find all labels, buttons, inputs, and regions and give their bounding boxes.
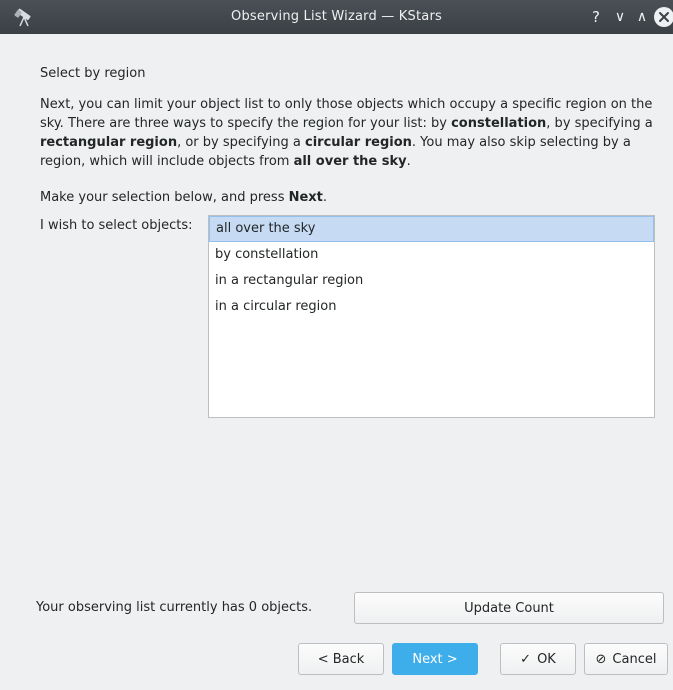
region-option-list[interactable]: all over the sky by constellation in a r… (208, 215, 655, 418)
help-button[interactable]: ? (586, 7, 606, 27)
instruction-part: . (322, 190, 328, 205)
option-by-constellation[interactable]: by constellation (209, 242, 654, 268)
ok-button[interactable]: ✓ OK (500, 643, 576, 675)
option-rectangular-region[interactable]: in a rectangular region (209, 268, 654, 294)
ok-label: OK (537, 651, 556, 667)
window-titlebar[interactable]: Observing List Wizard — KStars ? ∨ ∧ (0, 0, 673, 34)
description-paragraph: Next, you can limit your object list to … (40, 95, 668, 171)
option-all-over-sky[interactable]: all over the sky (209, 216, 654, 242)
select-objects-label: I wish to select objects: (40, 218, 193, 233)
close-button[interactable] (654, 7, 673, 27)
close-icon (659, 12, 669, 22)
description-bold-circular: circular region (305, 135, 412, 150)
cancel-button[interactable]: ⊘ Cancel (584, 643, 668, 675)
cancel-icon: ⊘ (595, 651, 607, 667)
description-text: . (406, 154, 411, 169)
wizard-page: Select by region Next, you can limit you… (0, 34, 673, 690)
cancel-label: Cancel (612, 651, 657, 667)
option-circular-region[interactable]: in a circular region (209, 294, 654, 320)
next-button[interactable]: Next > (392, 643, 478, 675)
instruction-bold-next: Next (288, 190, 323, 205)
minimize-button[interactable]: ∨ (610, 7, 630, 27)
description-bold-constellation: constellation (451, 116, 547, 131)
description-bold-rectangular: rectangular region (40, 135, 178, 150)
object-count-label: Your observing list currently has 0 obje… (36, 600, 313, 615)
description-text: , by specifying a (546, 116, 653, 131)
update-count-button[interactable]: Update Count (354, 592, 664, 624)
description-text: , or by specifying a (177, 135, 306, 150)
description-bold-all-sky: all over the sky (293, 154, 407, 169)
check-icon: ✓ (520, 651, 532, 667)
page-heading: Select by region (40, 66, 146, 81)
maximize-button[interactable]: ∧ (632, 7, 652, 27)
instruction-part: Make your selection below, and press (40, 190, 289, 205)
instruction-text: Make your selection below, and press Nex… (40, 190, 327, 205)
back-button[interactable]: < Back (298, 643, 384, 675)
window-title: Observing List Wizard — KStars (231, 9, 442, 24)
